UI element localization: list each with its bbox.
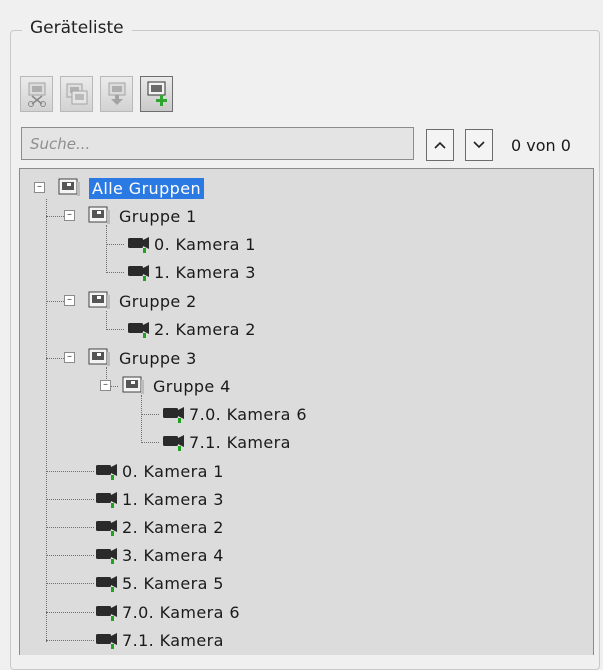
camera-icon — [96, 492, 117, 508]
tree-node-camera[interactable]: 0. Kamera 1 — [126, 231, 256, 257]
paste-button[interactable] — [100, 76, 133, 112]
collapse-toggle[interactable]: – — [64, 210, 75, 221]
previous-match-button[interactable] — [426, 129, 454, 161]
tree-node-group[interactable]: Gruppe 2 — [88, 288, 197, 314]
camera-icon — [96, 520, 117, 536]
camera-icon — [128, 237, 149, 253]
node-label: 3. Kamera 4 — [122, 545, 224, 565]
tree-node-camera[interactable]: 5. Kamera 5 — [94, 570, 224, 596]
tree-node-camera[interactable]: 0. Kamera 1 — [94, 458, 224, 484]
tree-connector — [46, 216, 64, 217]
camera-icon — [96, 548, 117, 564]
group-icon — [122, 376, 144, 394]
tree-node-group[interactable]: Gruppe 4 — [122, 373, 231, 399]
collapse-toggle[interactable]: – — [34, 182, 45, 193]
tree-connector — [46, 583, 94, 584]
camera-icon — [128, 265, 149, 281]
tree-connector — [106, 244, 124, 245]
camera-icon — [96, 576, 117, 592]
tree-node-camera[interactable]: 1. Kamera 3 — [126, 259, 256, 285]
node-label: Gruppe 2 — [119, 291, 197, 311]
device-tree[interactable]: – – – – – Alle Gruppen Gruppe 1 0. Kamer… — [19, 168, 594, 655]
tree-node-camera[interactable]: 7.1. Kamera — [94, 627, 224, 653]
node-label: 0. Kamera 1 — [122, 461, 224, 481]
node-label: 1. Kamera 3 — [122, 489, 224, 509]
collapse-toggle[interactable]: – — [64, 352, 75, 363]
tree-node-camera[interactable]: 7.0. Kamera 6 — [94, 599, 240, 625]
paste-icon — [108, 82, 125, 105]
cut-button[interactable] — [20, 76, 53, 112]
tree-connector — [46, 471, 94, 472]
tree-connector — [141, 395, 142, 443]
chevron-down-icon — [473, 141, 485, 149]
node-label: 0. Kamera 1 — [154, 234, 256, 254]
tree-connector — [46, 499, 94, 500]
tree-connector — [141, 414, 159, 415]
next-match-button[interactable] — [465, 129, 493, 161]
tree-connector — [141, 442, 159, 443]
collapse-toggle[interactable]: – — [100, 380, 111, 391]
group-icon — [58, 178, 80, 196]
node-label: 2. Kamera 2 — [154, 319, 256, 339]
tree-node-group[interactable]: Gruppe 3 — [88, 345, 197, 371]
node-label: 7.1. Kamera — [189, 432, 291, 452]
node-label: 7.0. Kamera 6 — [122, 602, 240, 622]
node-label: Gruppe 4 — [153, 376, 231, 396]
cut-icon — [27, 82, 46, 107]
tree-connector — [46, 527, 94, 528]
tree-connector — [46, 199, 47, 642]
add-group-icon — [147, 81, 167, 106]
tree-connector — [106, 329, 124, 330]
node-label: 7.1. Kamera — [122, 630, 224, 650]
node-label: 2. Kamera 2 — [122, 517, 224, 537]
tree-connector — [46, 358, 64, 359]
add-group-button[interactable] — [140, 76, 173, 112]
node-label: 7.0. Kamera 6 — [189, 404, 307, 424]
tree-node-camera[interactable]: 1. Kamera 3 — [94, 486, 224, 512]
node-label: 1. Kamera 3 — [154, 262, 256, 282]
tree-node-camera[interactable]: 2. Kamera 2 — [94, 514, 224, 540]
copy-button[interactable] — [60, 76, 93, 112]
tree-node-camera[interactable]: 7.0. Kamera 6 — [161, 401, 307, 427]
tree-node-all-groups[interactable]: Alle Gruppen — [58, 175, 204, 201]
camera-icon — [163, 407, 184, 423]
device-list-panel: Geräteliste Suche... 0 von 0 – – – – – A… — [0, 0, 603, 670]
camera-icon — [96, 605, 117, 621]
panel-title: Geräteliste — [22, 18, 132, 38]
tree-connector — [46, 555, 94, 556]
tree-node-camera[interactable]: 2. Kamera 2 — [126, 316, 256, 342]
tree-node-camera[interactable]: 3. Kamera 4 — [94, 542, 224, 568]
camera-icon — [96, 464, 117, 480]
tree-connector — [46, 301, 64, 302]
tree-connector — [46, 612, 94, 613]
tree-toolbar — [20, 76, 173, 112]
node-label: Alle Gruppen — [89, 177, 204, 199]
collapse-toggle[interactable]: – — [64, 295, 75, 306]
node-label: Gruppe 3 — [119, 348, 197, 368]
group-icon — [88, 291, 110, 309]
camera-icon — [128, 322, 149, 338]
group-icon — [88, 348, 110, 366]
search-input[interactable] — [21, 127, 414, 160]
tree-node-group[interactable]: Gruppe 1 — [88, 203, 197, 229]
chevron-up-icon — [434, 141, 446, 149]
tree-connector — [106, 272, 124, 273]
node-label: Gruppe 1 — [119, 206, 197, 226]
camera-icon — [96, 633, 117, 649]
match-count: 0 von 0 — [511, 136, 571, 155]
tree-connector — [106, 225, 107, 273]
camera-icon — [163, 435, 184, 451]
node-label: 5. Kamera 5 — [122, 573, 224, 593]
copy-icon — [66, 83, 87, 105]
tree-node-camera[interactable]: 7.1. Kamera — [161, 429, 291, 455]
group-icon — [88, 206, 110, 224]
tree-connector — [46, 640, 94, 641]
